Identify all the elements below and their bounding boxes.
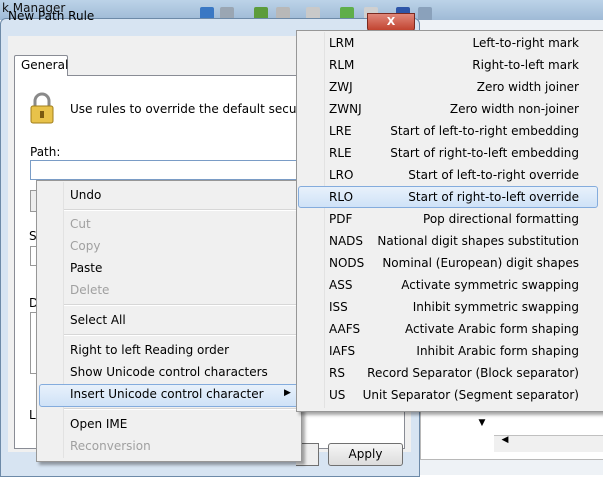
menu-item-copy[interactable]: Copy — [70, 236, 100, 256]
menu-item-select-all[interactable]: Select All — [70, 310, 126, 330]
submenu-item-code: LRE — [329, 124, 352, 138]
submenu-item-code: NODS — [329, 256, 365, 270]
menu-item-show-unicode-control[interactable]: Show Unicode control characters — [70, 362, 268, 382]
submenu-item-pdf[interactable]: PDF Pop directional formatting — [297, 208, 602, 230]
submenu-item-desc: Zero width non-joiner — [449, 102, 579, 116]
submenu-item-desc: Start of right-to-left embedding — [390, 146, 579, 160]
submenu-item-code: AAFS — [329, 322, 361, 336]
submenu-item-code: LRM — [329, 36, 355, 50]
submenu-item-nods[interactable]: NODS Nominal (European) digit shapes — [297, 252, 602, 274]
submenu-item-code: ISS — [329, 300, 348, 314]
context-menu-gutter — [63, 182, 64, 458]
submenu-item-code: PDF — [329, 212, 353, 226]
submenu-item-code: NADS — [329, 234, 364, 248]
submenu-item-desc: Right-to-left mark — [472, 58, 579, 72]
submenu-item-desc: Activate symmetric swapping — [401, 278, 579, 292]
scroll-down-icon[interactable]: ▼ — [475, 418, 489, 436]
submenu-item-desc: Pop directional formatting — [423, 212, 579, 226]
apply-button[interactable]: Apply — [328, 443, 403, 466]
submenu-item-lre[interactable]: LRE Start of left-to-right embedding — [297, 120, 602, 142]
submenu-item-desc: Unit Separator (Segment separator) — [362, 388, 579, 402]
submenu-arrow-icon: ▶ — [284, 388, 291, 398]
submenu-item-desc: Inhibit symmetric swapping — [412, 300, 579, 314]
submenu-item-rs[interactable]: RS Record Separator (Block separator) — [297, 362, 602, 384]
submenu-item-desc: Left-to-right mark — [472, 36, 579, 50]
menu-item-delete[interactable]: Delete — [70, 280, 109, 300]
submenu-item-code: US — [329, 388, 346, 402]
submenu-item-desc: Start of right-to-left override — [408, 190, 579, 204]
menu-separator — [64, 334, 296, 336]
submenu-item-code: RLO — [329, 190, 354, 204]
submenu-item-desc: Start of left-to-right override — [408, 168, 579, 182]
scroll-left-icon[interactable]: ◀ — [498, 435, 512, 451]
menu-item-insert-unicode-control[interactable]: Insert Unicode control character — [70, 384, 264, 404]
menu-item-open-ime[interactable]: Open IME — [70, 414, 127, 434]
submenu-item-rlm[interactable]: RLM Right-to-left mark — [297, 54, 602, 76]
menu-item-cut[interactable]: Cut — [70, 214, 91, 234]
submenu-item-us[interactable]: US Unit Separator (Segment separator) — [297, 384, 602, 406]
menu-item-rtl-reading-order[interactable]: Right to left Reading order — [70, 340, 229, 360]
menu-separator — [64, 408, 296, 410]
menu-item-undo[interactable]: Undo — [70, 185, 101, 205]
submenu-item-code: RLM — [329, 58, 355, 72]
path-input[interactable] — [30, 160, 302, 180]
path-label: Path: — [30, 145, 61, 159]
menu-separator — [64, 209, 296, 211]
submenu-item-zwnj[interactable]: ZWNJ Zero width non-joiner — [297, 98, 602, 120]
menu-separator — [64, 304, 296, 306]
submenu-item-lro[interactable]: LRO Start of left-to-right override — [297, 164, 602, 186]
submenu-item-iss[interactable]: ISS Inhibit symmetric swapping — [297, 296, 602, 318]
submenu-item-ass[interactable]: ASS Activate symmetric swapping — [297, 274, 602, 296]
last-modified-label: L — [29, 408, 36, 422]
dialog-title: New Path Rule — [8, 9, 95, 23]
submenu-item-rle[interactable]: RLE Start of right-to-left embedding — [297, 142, 602, 164]
submenu-item-desc: Activate Arabic form shaping — [404, 322, 579, 336]
console-icon[interactable] — [418, 7, 432, 21]
submenu-item-code: ZWNJ — [329, 102, 362, 116]
menu-item-reconversion[interactable]: Reconversion — [70, 436, 151, 456]
submenu-item-lrm[interactable]: LRM Left-to-right mark — [297, 32, 602, 54]
submenu-item-aafs[interactable]: AAFS Activate Arabic form shaping — [297, 318, 602, 340]
submenu-item-code: ZWJ — [329, 80, 353, 94]
menu-item-paste[interactable]: Paste — [70, 258, 102, 278]
submenu-item-code: ASS — [329, 278, 353, 292]
submenu-item-desc: Record Separator (Block separator) — [367, 366, 579, 380]
submenu-item-code: RS — [329, 366, 345, 380]
submenu-item-iafs[interactable]: IAFS Inhibit Arabic form shaping — [297, 340, 602, 362]
submenu-item-desc: Start of left-to-right embedding — [390, 124, 579, 138]
submenu-item-code: LRO — [329, 168, 354, 182]
submenu-item-zwj[interactable]: ZWJ Zero width joiner — [297, 76, 602, 98]
submenu-item-rlo[interactable]: RLO Start of right-to-left override — [297, 186, 602, 208]
submenu-item-code: RLE — [329, 146, 352, 160]
submenu-item-nads[interactable]: NADS National digit shapes substitution — [297, 230, 602, 252]
tab-general-label[interactable]: General — [21, 58, 68, 72]
submenu-item-desc: Zero width joiner — [476, 80, 579, 94]
submenu-item-desc: Inhibit Arabic form shaping — [416, 344, 579, 358]
submenu-item-desc: National digit shapes substitution — [377, 234, 579, 248]
submenu-item-desc: Nominal (European) digit shapes — [382, 256, 579, 270]
lock-icon — [30, 92, 54, 124]
submenu-item-code: IAFS — [329, 344, 356, 358]
